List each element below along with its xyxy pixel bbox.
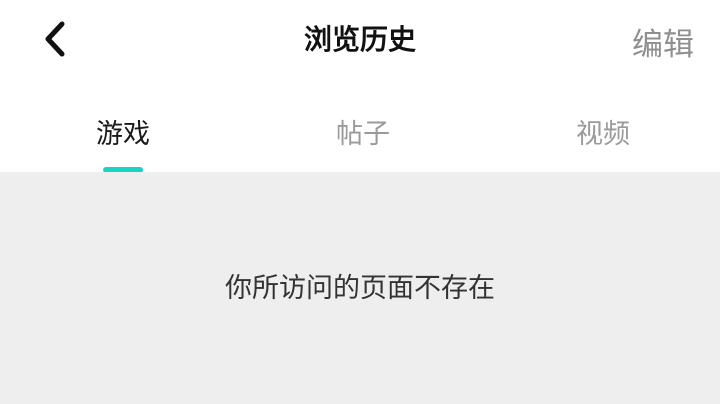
- tab-games[interactable]: 游戏: [63, 112, 183, 151]
- back-button[interactable]: [30, 14, 80, 64]
- content-area: 你所访问的页面不存在: [0, 172, 720, 404]
- edit-button[interactable]: 编辑: [632, 19, 694, 64]
- header-bar: 浏览历史 编辑: [0, 0, 720, 80]
- browse-history-screen: 浏览历史 编辑 游戏 帖子 视频 你所访问的页面不存在: [0, 0, 720, 404]
- tab-posts[interactable]: 帖子: [303, 112, 423, 151]
- page-title: 浏览历史: [303, 23, 416, 56]
- tab-videos[interactable]: 视频: [543, 112, 663, 151]
- chevron-left-icon: [45, 21, 65, 57]
- tab-bar: 游戏 帖子 视频: [0, 100, 720, 173]
- empty-state-message: 你所访问的页面不存在: [225, 273, 495, 304]
